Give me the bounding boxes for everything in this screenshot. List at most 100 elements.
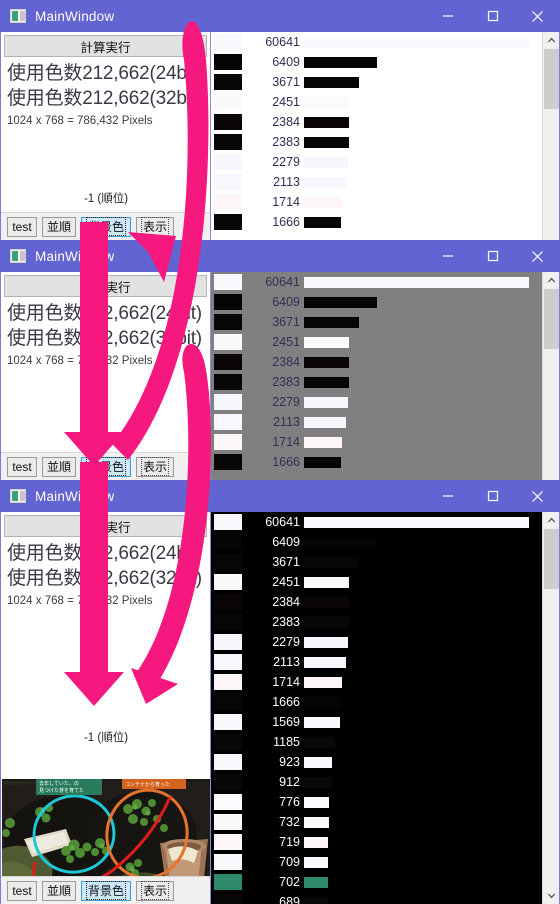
app-window-icon xyxy=(10,9,26,23)
table-row[interactable]: 709 xyxy=(211,852,542,872)
table-row[interactable]: 1185 xyxy=(211,732,542,752)
table-row[interactable]: 776 xyxy=(211,792,542,812)
table-row[interactable]: 1666 xyxy=(211,212,542,232)
count-bar xyxy=(304,376,349,388)
scroll-thumb[interactable] xyxy=(543,529,559,589)
table-row[interactable]: 2384 xyxy=(211,352,542,372)
calc-execute-button[interactable]: 計算実行 xyxy=(4,275,207,297)
table-row[interactable]: 1666 xyxy=(211,692,542,712)
color-list-rows: 60641 6409 3671 2451 2384 2383 2279 2113… xyxy=(211,512,542,904)
table-row[interactable]: 689 xyxy=(211,892,542,904)
table-row[interactable]: 2384 xyxy=(211,112,542,132)
table-row[interactable]: 1714 xyxy=(211,432,542,452)
button-並順[interactable]: 並順 xyxy=(42,456,77,477)
table-row[interactable]: 2113 xyxy=(211,172,542,192)
titlebar[interactable]: MainWindow xyxy=(0,240,560,272)
calc-execute-button[interactable]: 計算実行 xyxy=(4,515,207,537)
table-row[interactable]: 2113 xyxy=(211,412,542,432)
table-row[interactable]: 2383 xyxy=(211,372,542,392)
button-表示[interactable]: 表示 xyxy=(136,216,175,237)
maximize-icon[interactable] xyxy=(470,480,515,512)
pixel-count: 912 xyxy=(279,775,300,789)
table-row[interactable]: 6409 xyxy=(211,292,542,312)
color-swatch xyxy=(214,194,242,210)
calc-execute-button[interactable]: 計算実行 xyxy=(4,35,207,57)
scrollbar[interactable] xyxy=(542,512,559,904)
scroll-thumb[interactable] xyxy=(543,289,559,349)
minimize-icon[interactable] xyxy=(425,240,470,272)
scrollbar[interactable] xyxy=(542,272,559,480)
table-row[interactable]: 2451 xyxy=(211,92,542,112)
table-row[interactable]: 60641 xyxy=(211,272,542,292)
scroll-thumb[interactable] xyxy=(543,49,559,109)
table-row[interactable]: 2383 xyxy=(211,612,542,632)
button-test[interactable]: test xyxy=(7,216,37,237)
count-bar xyxy=(304,756,332,768)
count-bar xyxy=(304,356,349,368)
button-test[interactable]: test xyxy=(7,456,37,477)
table-row[interactable]: 702 xyxy=(211,872,542,892)
table-row[interactable]: 1666 xyxy=(211,452,542,472)
minimize-icon[interactable] xyxy=(425,480,470,512)
table-row[interactable]: 912 xyxy=(211,772,542,792)
count-bar xyxy=(304,76,359,88)
table-row[interactable]: 60641 xyxy=(211,512,542,532)
table-row[interactable]: 60641 xyxy=(211,32,542,52)
table-row[interactable]: 1714 xyxy=(211,672,542,692)
color-list[interactable]: 60641 6409 3671 2451 2384 2383 2279 2113… xyxy=(210,512,560,904)
scroll-down-icon[interactable] xyxy=(543,887,560,904)
pixel-count: 923 xyxy=(279,755,300,769)
close-icon[interactable] xyxy=(515,240,560,272)
table-row[interactable]: 6409 xyxy=(211,52,542,72)
titlebar[interactable]: MainWindow xyxy=(0,0,560,32)
color-swatch xyxy=(214,834,242,850)
table-row[interactable]: 3671 xyxy=(211,72,542,92)
button-label: test xyxy=(12,219,32,234)
close-icon[interactable] xyxy=(515,0,560,32)
maximize-icon[interactable] xyxy=(470,0,515,32)
table-row[interactable]: 732 xyxy=(211,812,542,832)
scrollbar[interactable] xyxy=(542,32,559,240)
button-test[interactable]: test xyxy=(7,880,37,901)
color-swatch xyxy=(214,454,242,470)
maximize-icon[interactable] xyxy=(470,240,515,272)
scroll-up-icon[interactable] xyxy=(543,32,560,49)
table-row[interactable]: 2279 xyxy=(211,632,542,652)
table-row[interactable]: 2451 xyxy=(211,332,542,352)
titlebar[interactable]: MainWindow xyxy=(0,480,560,512)
window-title: MainWindow xyxy=(35,8,115,24)
table-row[interactable]: 1714 xyxy=(211,192,542,212)
close-icon[interactable] xyxy=(515,480,560,512)
pixel-count: 60641 xyxy=(265,275,300,289)
color-swatch xyxy=(214,174,242,190)
table-row[interactable]: 2279 xyxy=(211,392,542,412)
scroll-up-icon[interactable] xyxy=(543,512,560,529)
button-背景色[interactable]: 背景色 xyxy=(81,216,132,237)
color-list[interactable]: 60641 6409 3671 2451 2384 2383 2279 2113… xyxy=(210,272,560,480)
table-row[interactable]: 6409 xyxy=(211,532,542,552)
button-表示[interactable]: 表示 xyxy=(136,880,175,901)
table-row[interactable]: 1569 xyxy=(211,712,542,732)
button-label: 表示 xyxy=(141,217,170,236)
button-背景色[interactable]: 背景色 xyxy=(81,880,132,901)
button-表示[interactable]: 表示 xyxy=(136,456,175,477)
table-row[interactable]: 923 xyxy=(211,752,542,772)
table-row[interactable]: 2383 xyxy=(211,132,542,152)
table-row[interactable]: 2279 xyxy=(211,152,542,172)
button-並順[interactable]: 並順 xyxy=(42,880,77,901)
button-並順[interactable]: 並順 xyxy=(42,216,77,237)
color-list[interactable]: 60641 6409 3671 2451 2384 2383 2279 2113… xyxy=(210,32,560,240)
pixel-count: 2384 xyxy=(272,355,300,369)
pixel-count: 1666 xyxy=(272,695,300,709)
table-row[interactable]: 2113 xyxy=(211,652,542,672)
table-row[interactable]: 719 xyxy=(211,832,542,852)
pixel-count: 1185 xyxy=(273,735,300,749)
table-row[interactable]: 3671 xyxy=(211,312,542,332)
table-row[interactable]: 3671 xyxy=(211,552,542,572)
scroll-up-icon[interactable] xyxy=(543,272,560,289)
table-row[interactable]: 2451 xyxy=(211,572,542,592)
button-背景色[interactable]: 背景色 xyxy=(81,456,132,477)
minimize-icon[interactable] xyxy=(425,0,470,32)
count-bar xyxy=(304,696,341,708)
table-row[interactable]: 2384 xyxy=(211,592,542,612)
